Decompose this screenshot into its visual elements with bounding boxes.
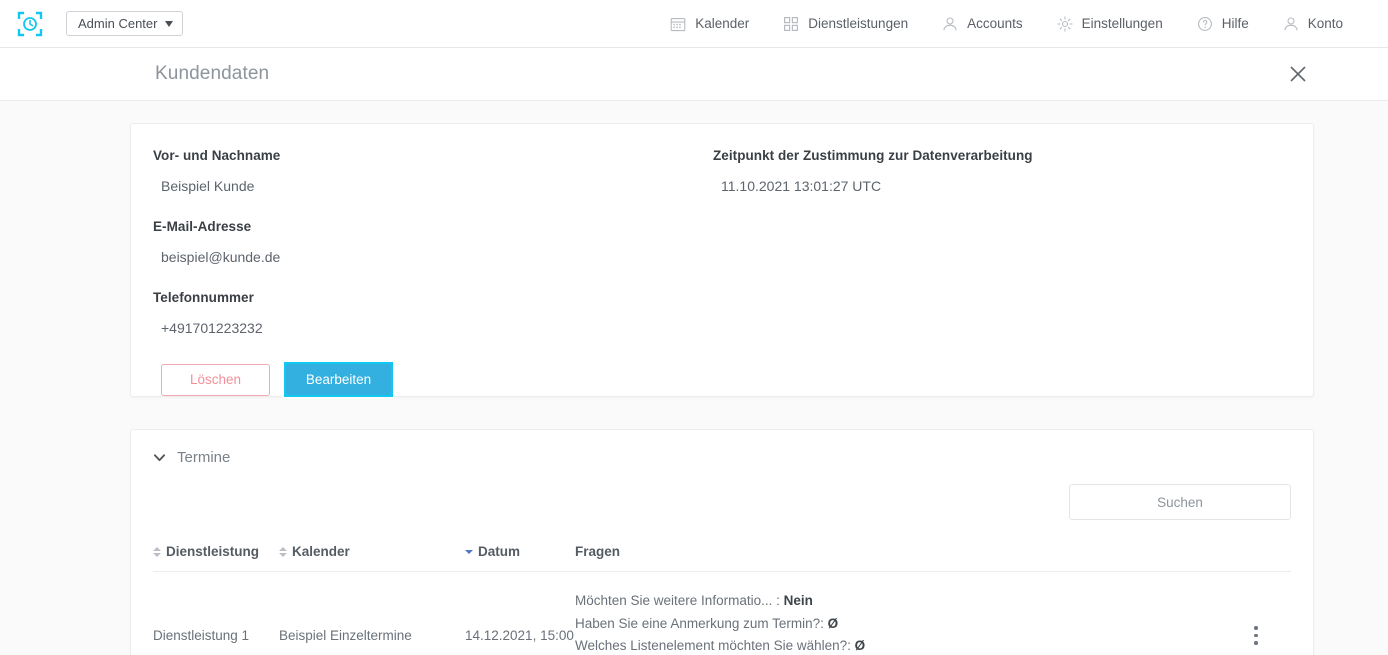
modal-body: Vor- und Nachname Beispiel Kunde E-Mail-…	[0, 101, 1388, 655]
nav-item-label: Dienstleistungen	[808, 16, 909, 31]
column-header-label: Fragen	[575, 544, 621, 559]
column-header-label: Kalender	[292, 544, 350, 559]
top-navigation-bar: Admin Center Kalender Dienstleistungen A…	[0, 0, 1388, 48]
clock-brackets-logo-icon	[17, 11, 43, 36]
nav-item-label: Kalender	[695, 16, 750, 31]
cell-dienstleistung: Dienstleistung 1	[153, 627, 250, 643]
workspace-selector[interactable]: Admin Center	[66, 11, 184, 36]
users-icon	[943, 16, 957, 30]
question-answer-item: Möchten Sie weitere Informatio... : Nein	[575, 590, 1245, 613]
question-answer-list: Möchten Sie weitere Informatio... : Nein…	[575, 590, 1245, 655]
nav-item-label: Accounts	[967, 16, 1023, 31]
customer-fields-left: Vor- und Nachname Beispiel Kunde E-Mail-…	[153, 148, 713, 358]
column-header-dienstleistung[interactable]: Dienstleistung	[153, 544, 279, 572]
column-header-datum[interactable]: Datum	[465, 544, 575, 572]
name-label: Vor- und Nachname	[153, 148, 281, 163]
table-header: Dienstleistung Kalender Datum Fragen	[153, 544, 1291, 572]
phone-value: +491701223232	[161, 320, 263, 336]
consent-timestamp-label: Zeitpunkt der Zustimmung zur Datenverarb…	[713, 148, 1033, 163]
appointments-card: Termine Dienstl	[130, 429, 1314, 655]
sort-desc-active-icon	[465, 549, 473, 554]
nav-item-konto[interactable]: Konto	[1266, 0, 1360, 48]
page-title: Kundendaten	[155, 63, 270, 84]
chevron-down-icon	[153, 454, 166, 462]
appointments-table: Dienstleistung Kalender Datum Fragen Die…	[153, 544, 1291, 655]
email-label: E-Mail-Adresse	[153, 219, 252, 234]
chevron-down-icon	[165, 20, 174, 27]
answer-text: Ø	[827, 615, 839, 631]
column-header-label: Dienstleistung	[166, 544, 260, 559]
cell-actions	[1245, 572, 1291, 655]
customer-fields-right: Zeitpunkt der Zustimmung zur Datenverarb…	[713, 148, 1033, 358]
appointments-section-toggle[interactable]: Termine	[131, 430, 230, 466]
question-answer-item: Welches Listenelement möchten Sie wählen…	[575, 635, 1245, 655]
appointments-search-row	[131, 466, 1313, 520]
question-text: Möchten Sie weitere Informatio... :	[575, 593, 780, 608]
question-text: Welches Listenelement möchten Sie wählen…	[575, 638, 851, 654]
nav-item-kalender[interactable]: Kalender	[653, 0, 766, 48]
sort-icon	[279, 546, 287, 557]
appointments-section-title: Termine	[177, 449, 231, 466]
customer-details-modal: Kundendaten Vor- und Nachname Beispiel K…	[0, 48, 1388, 655]
nav-item-hilfe[interactable]: Hilfe	[1180, 0, 1266, 48]
question-circle-icon	[1197, 16, 1212, 31]
close-icon	[1290, 66, 1306, 82]
consent-timestamp-value: 11.10.2021 13:01:27 UTC	[721, 178, 882, 194]
edit-button-focus-ring: Bearbeiten	[282, 360, 395, 399]
user-icon	[1284, 16, 1298, 30]
cell-fragen: Möchten Sie weitere Informatio... : Nein…	[575, 572, 1245, 655]
cell-kalender: Beispiel Einzeltermine	[279, 627, 412, 643]
nav-item-label: Hilfe	[1221, 16, 1249, 31]
question-answer-item: Haben Sie eine Anmerkung zum Termin?: Ø	[575, 613, 1245, 636]
modal-header: Kundendaten	[0, 48, 1388, 101]
column-header-kalender[interactable]: Kalender	[279, 544, 465, 572]
top-nav-items: Kalender Dienstleistungen Accounts Einst…	[653, 0, 1388, 48]
calendar-icon	[670, 17, 686, 31]
kebab-menu-icon[interactable]	[1245, 626, 1267, 645]
name-value: Beispiel Kunde	[161, 178, 255, 194]
column-header-label: Datum	[478, 544, 521, 559]
delete-button[interactable]: Löschen	[161, 363, 270, 396]
gear-icon	[1056, 15, 1073, 32]
table-row[interactable]: Dienstleistung 1 Beispiel Einzeltermine …	[153, 572, 1291, 655]
nav-item-label: Konto	[1307, 16, 1343, 31]
phone-label: Telefonnummer	[153, 290, 254, 305]
close-button[interactable]	[1284, 60, 1312, 88]
customer-info-card: Vor- und Nachname Beispiel Kunde E-Mail-…	[130, 123, 1314, 399]
nav-item-dienstleistungen[interactable]: Dienstleistungen	[766, 0, 925, 48]
answer-text: Nein	[783, 593, 813, 608]
nav-item-label: Einstellungen	[1081, 16, 1163, 31]
sort-icon	[153, 546, 161, 557]
nav-item-einstellungen[interactable]: Einstellungen	[1040, 0, 1180, 48]
answer-text: Ø	[854, 638, 866, 654]
column-header-fragen: Fragen	[575, 544, 1245, 572]
table-body: Dienstleistung 1 Beispiel Einzeltermine …	[153, 572, 1291, 655]
edit-button[interactable]: Bearbeiten	[286, 364, 391, 395]
column-header-actions	[1245, 544, 1291, 572]
nav-item-accounts[interactable]: Accounts	[925, 0, 1040, 48]
grid-squares-icon	[784, 16, 799, 31]
question-text: Haben Sie eine Anmerkung zum Termin?:	[575, 615, 824, 631]
app-logo[interactable]	[8, 0, 52, 48]
email-value: beispiel@kunde.de	[161, 249, 281, 265]
workspace-selector-label: Admin Center	[78, 16, 158, 31]
search-input[interactable]	[1069, 484, 1291, 520]
customer-actions: Löschen Bearbeiten	[161, 360, 1287, 399]
cell-datum: 14.12.2021, 15:00	[465, 627, 574, 643]
table-header-row: Dienstleistung Kalender Datum Fragen	[153, 544, 1291, 572]
